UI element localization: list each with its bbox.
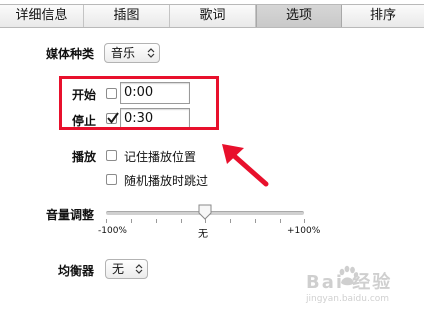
red-arrow-icon <box>222 144 269 187</box>
volume-label: 音量调整 <box>46 208 95 222</box>
tab-details[interactable]: 详细信息 <box>0 5 84 27</box>
baidu-watermark: Bai 经验 jingyan.baidu.com <box>306 262 418 312</box>
media-kind-value: 音乐 <box>111 46 136 60</box>
remember-position-label: 记住播放位置 <box>124 150 197 164</box>
volume-tick <box>255 219 256 223</box>
watermark-sub: jingyan.baidu.com <box>306 294 390 304</box>
tab-bar: 详细信息 插图 歌词 选项 排序 <box>0 4 424 28</box>
volume-tick <box>280 219 281 223</box>
watermark-text: Bai 经验 <box>306 272 393 293</box>
volume-max-label: +100% <box>287 226 321 236</box>
tab-lyrics[interactable]: 歌词 <box>170 5 256 27</box>
equalizer-label: 均衡器 <box>58 264 95 278</box>
volume-tick <box>131 219 132 223</box>
volume-tick <box>106 219 107 223</box>
skip-shuffle-label: 随机播放时跳过 <box>124 174 209 188</box>
highlight-box <box>59 76 219 130</box>
volume-slider-thumb[interactable] <box>198 204 212 220</box>
volume-min-label: -100% <box>98 226 127 236</box>
updown-arrows-icon <box>135 264 143 274</box>
equalizer-value: 无 <box>112 262 125 276</box>
volume-center-label: 无 <box>198 229 208 240</box>
media-kind-select[interactable]: 音乐 <box>104 43 160 63</box>
playback-label: 播放 <box>72 150 97 164</box>
volume-tick <box>230 219 231 223</box>
volume-tick <box>181 219 182 223</box>
tab-options[interactable]: 选项 <box>256 5 342 27</box>
equalizer-select[interactable]: 无 <box>105 259 148 279</box>
volume-tick <box>205 219 206 223</box>
updown-arrows-icon <box>147 48 155 58</box>
volume-tick <box>156 219 157 223</box>
tab-sorting[interactable]: 排序 <box>342 5 424 27</box>
skip-shuffle-checkbox[interactable] <box>106 174 117 185</box>
volume-tick <box>304 219 305 223</box>
media-kind-label: 媒体种类 <box>46 47 95 61</box>
remember-position-checkbox[interactable] <box>106 150 117 161</box>
tab-artwork[interactable]: 插图 <box>84 5 170 27</box>
